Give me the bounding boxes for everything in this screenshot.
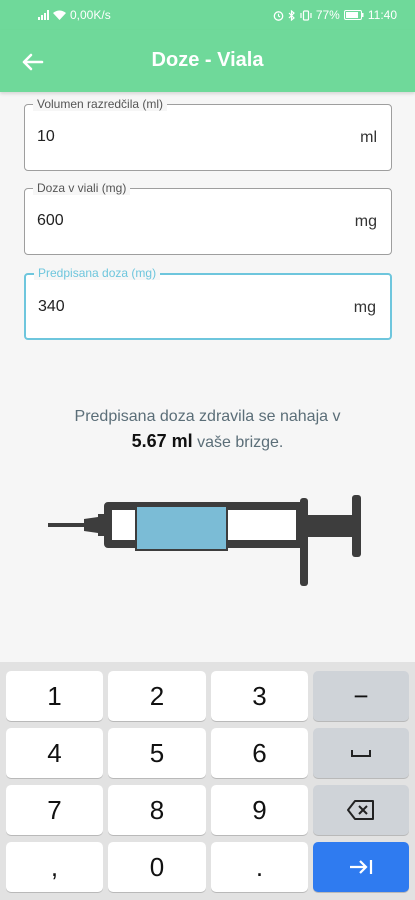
- syringe-tip: [84, 517, 98, 533]
- backspace-icon: [347, 800, 374, 820]
- key-4[interactable]: 4: [6, 728, 103, 778]
- prescribed-dose-input[interactable]: 340: [38, 298, 298, 316]
- key-6[interactable]: 6: [211, 728, 308, 778]
- vial-dose-input[interactable]: 600: [37, 212, 297, 230]
- key-5[interactable]: 5: [108, 728, 206, 778]
- battery-percent: 77%: [315, 8, 340, 22]
- vibrate-icon: [300, 9, 312, 21]
- diluent-volume-field[interactable]: Volumen razredčila (ml) 10 ml: [24, 97, 392, 171]
- backspace-key[interactable]: [313, 785, 409, 835]
- alarm-icon: [273, 10, 284, 21]
- key-comma[interactable]: ,: [6, 842, 103, 892]
- next-key[interactable]: [313, 842, 409, 892]
- syringe-illustration: [48, 495, 361, 586]
- field-label: Predpisana doza (mg): [34, 266, 161, 280]
- tab-arrow-icon: [350, 860, 373, 874]
- key-period[interactable]: .: [211, 842, 308, 892]
- result-amount: 5.67 ml: [131, 431, 193, 451]
- signal-icon: [38, 10, 49, 20]
- key-7[interactable]: 7: [6, 785, 103, 835]
- status-right: 77% 11:40: [273, 8, 397, 22]
- network-speed: 0,00K/s: [70, 8, 111, 22]
- field-label: Doza v viali (mg): [33, 181, 131, 195]
- space-key[interactable]: [313, 728, 409, 778]
- field-unit: mg: [353, 299, 376, 316]
- field-label: Volumen razredčila (ml): [33, 97, 168, 111]
- result-suffix: vaše brizge.: [197, 434, 284, 451]
- status-bar: 0,00K/s 77% 11:40: [0, 0, 415, 30]
- numeric-keyboard: 1 2 3 − 4 5 6 7 8 9 , 0 .: [0, 662, 415, 900]
- result-text: Predpisana doza zdravila se nahaja v 5.6…: [0, 404, 415, 455]
- key-3[interactable]: 3: [211, 671, 308, 721]
- key-1[interactable]: 1: [6, 671, 103, 721]
- battery-icon: [343, 10, 364, 20]
- space-icon: [351, 750, 371, 757]
- syringe-plunger: [308, 515, 352, 537]
- syringe-plunger-head: [352, 495, 361, 557]
- syringe-fill: [135, 505, 228, 551]
- page-title: Doze - Viala: [151, 49, 264, 71]
- key-9[interactable]: 9: [211, 785, 308, 835]
- key-minus[interactable]: −: [313, 671, 409, 721]
- key-8[interactable]: 8: [108, 785, 206, 835]
- field-unit: mg: [354, 213, 377, 230]
- diluent-volume-input[interactable]: 10: [37, 128, 297, 146]
- vial-dose-field[interactable]: Doza v viali (mg) 600 mg: [24, 181, 392, 255]
- key-0[interactable]: 0: [108, 842, 206, 892]
- app-bar: Doze - Viala: [0, 30, 415, 92]
- syringe-flange: [300, 498, 308, 586]
- prescribed-dose-field[interactable]: Predpisana doza (mg) 340 mg: [24, 266, 392, 340]
- status-left: 0,00K/s: [38, 8, 111, 22]
- key-2[interactable]: 2: [108, 671, 206, 721]
- bluetooth-icon: [288, 9, 295, 21]
- clock: 11:40: [367, 8, 397, 22]
- wifi-icon: [53, 10, 66, 20]
- field-unit: ml: [360, 129, 377, 146]
- result-prefix: Predpisana doza zdravila se nahaja v: [74, 408, 341, 425]
- syringe-needle: [48, 523, 84, 527]
